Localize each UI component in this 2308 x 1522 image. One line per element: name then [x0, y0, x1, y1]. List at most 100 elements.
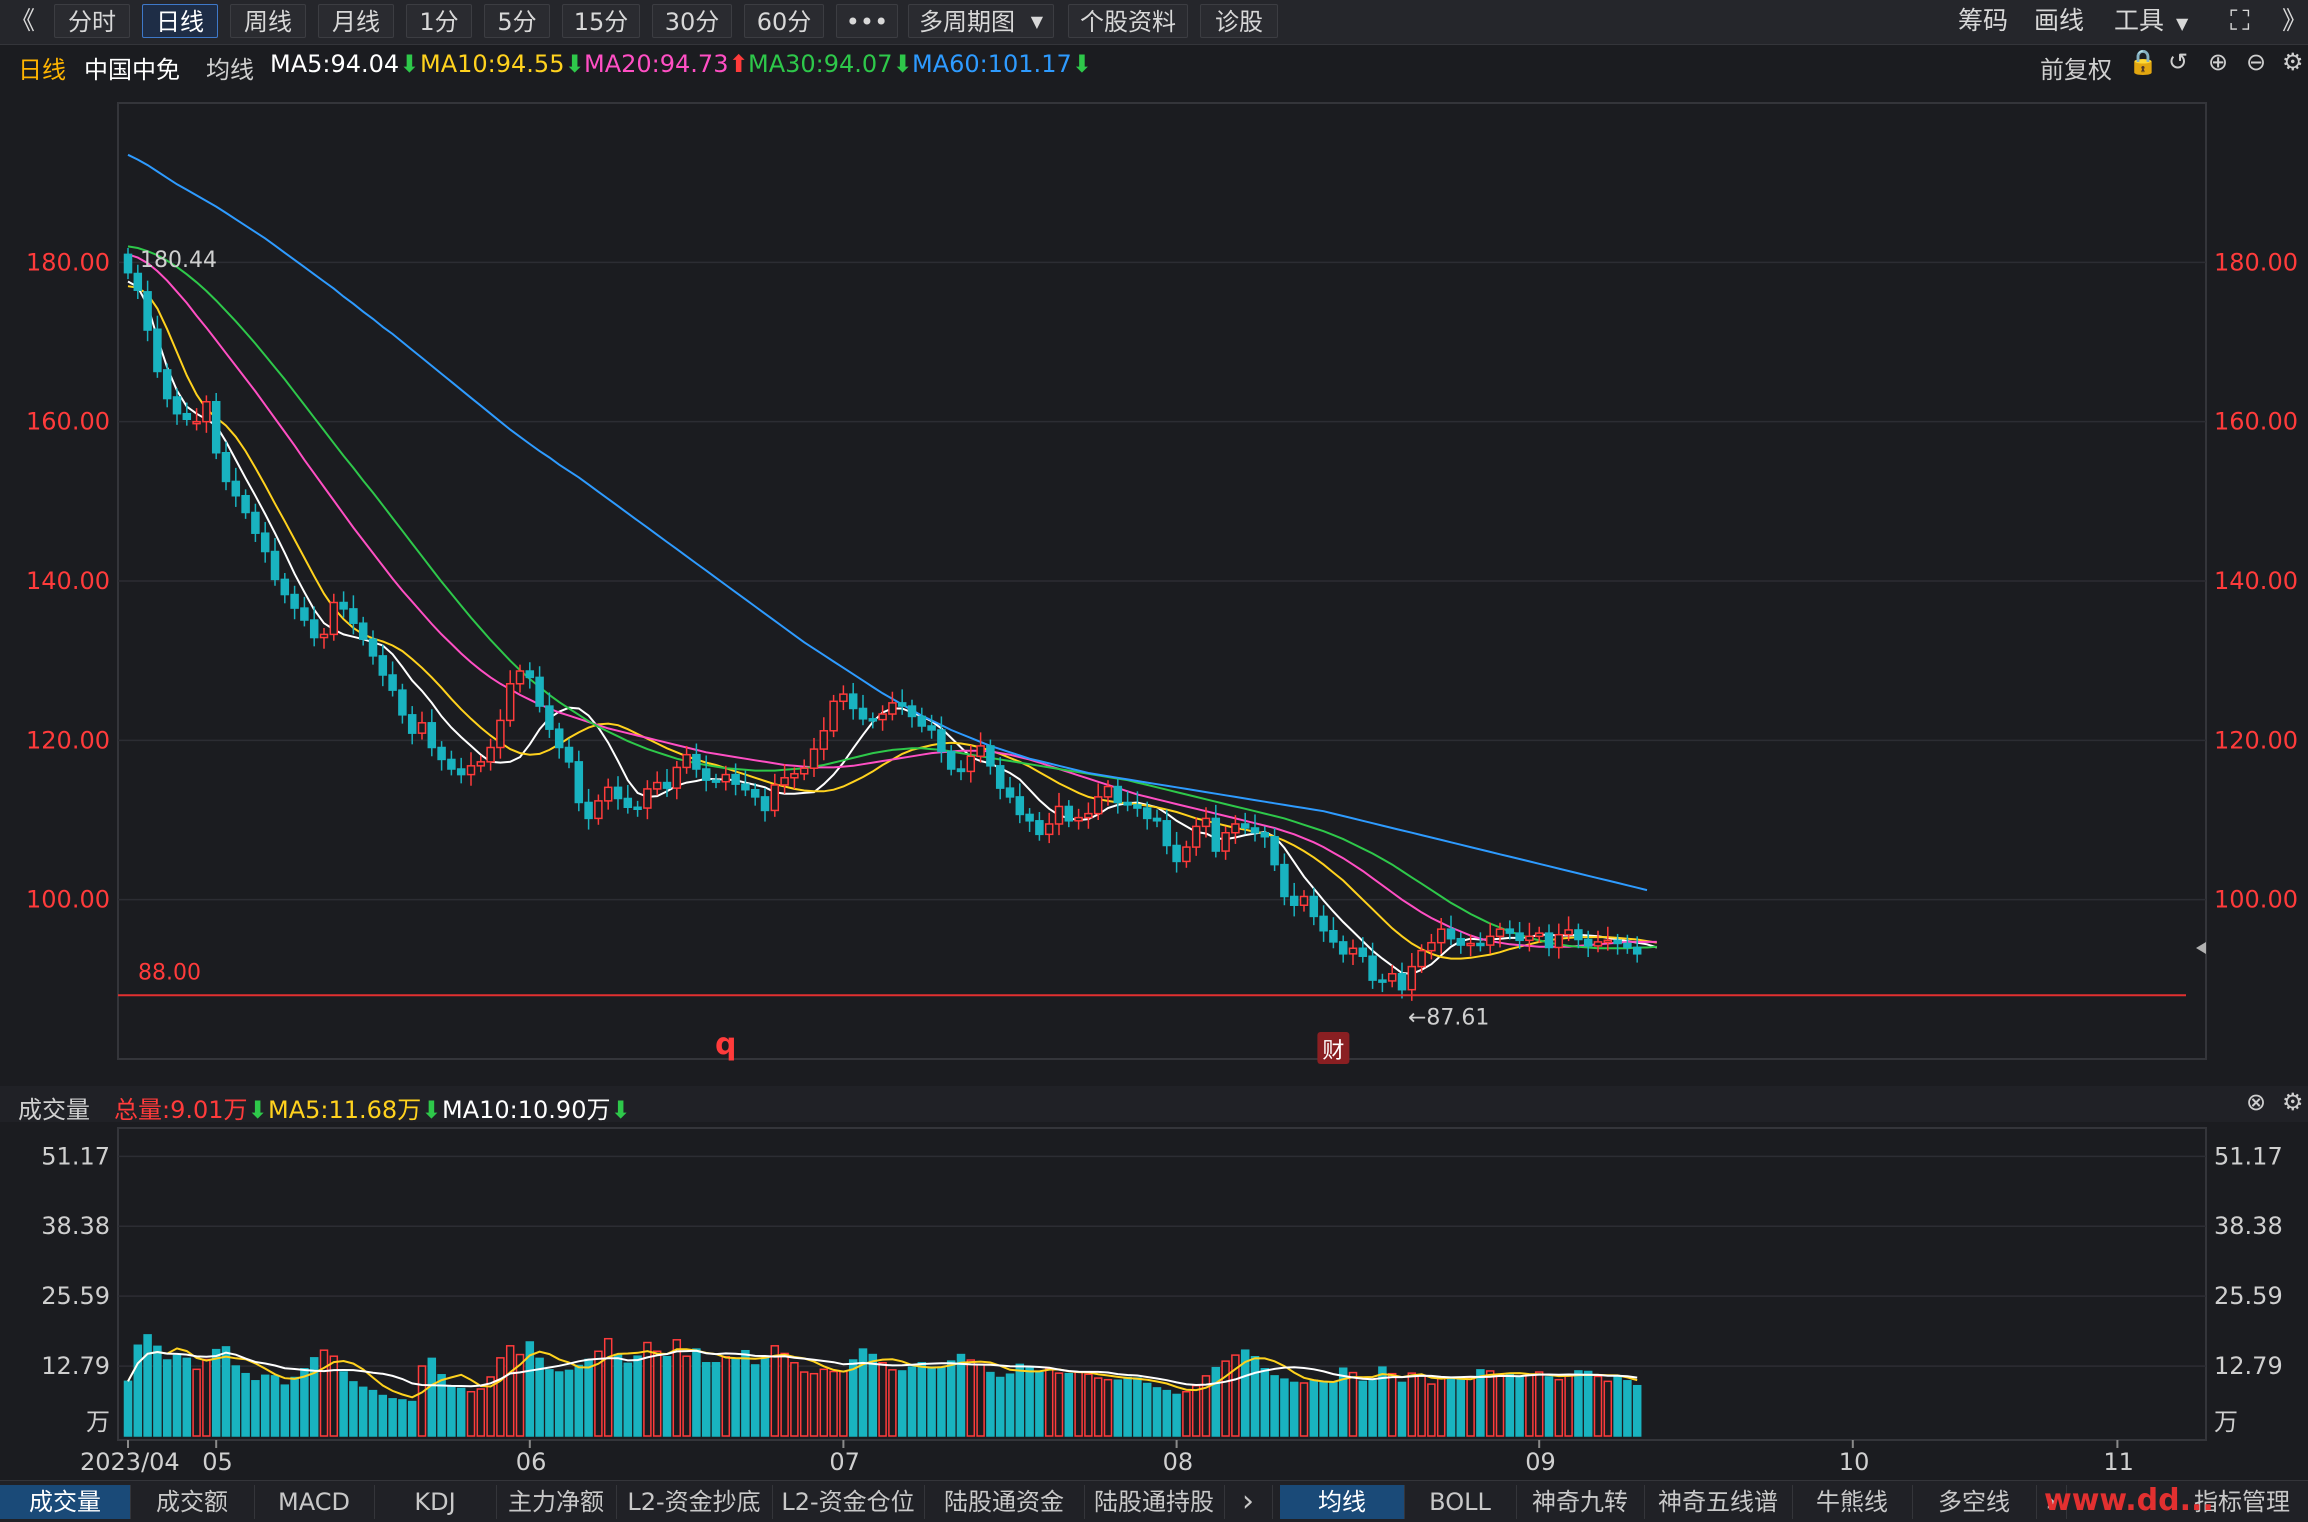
tab-weekly[interactable]: 周线 [230, 4, 306, 38]
volume-bar [868, 1353, 878, 1437]
volume-bar [1368, 1380, 1377, 1437]
volume-title[interactable]: 成交量 [18, 1090, 90, 1125]
volume-bar [1476, 1369, 1485, 1437]
tab-magic-five[interactable]: 神奇五线谱 [1644, 1485, 1793, 1519]
tab-magic-nine[interactable]: 神奇九转 [1516, 1485, 1645, 1519]
volume-bar [790, 1362, 799, 1437]
zoom-out-icon[interactable]: ⊖ [2246, 48, 2266, 76]
candle-body [917, 715, 927, 727]
tab-long-short[interactable]: 多空线 [1912, 1485, 2037, 1519]
tab-l2-bottom[interactable]: L2-资金抄底 [616, 1485, 773, 1519]
candle-body [554, 728, 564, 749]
volume-bar [672, 1339, 682, 1437]
volume-bar [692, 1348, 701, 1437]
tab-fenshi[interactable]: 分时 [54, 4, 130, 38]
close-icon[interactable]: ⊗ [2246, 1088, 2266, 1116]
volume-bar [358, 1386, 368, 1437]
ma30-value: MA30:94.07⬇ [748, 50, 913, 78]
candle-body [437, 746, 446, 761]
candle-body [1476, 942, 1485, 947]
tab-60min[interactable]: 60分 [744, 4, 824, 38]
tabs-next-icon[interactable]: › [1224, 1485, 1273, 1519]
collapse-left-button[interactable]: 《 [10, 4, 35, 38]
fullscreen-icon[interactable]: ⛶ [2230, 4, 2250, 38]
ma-label[interactable]: 均线 [206, 50, 254, 85]
tab-volume[interactable]: 成交量 [0, 1485, 131, 1519]
tab-hk-connect-hold[interactable]: 陆股通持股 [1084, 1485, 1225, 1519]
volume-ma5: MA5:11.68万⬇ [268, 1096, 442, 1124]
tab-hk-connect-flow[interactable]: 陆股通资金 [924, 1485, 1085, 1519]
candle-body [1329, 929, 1338, 943]
volume-bar [1162, 1389, 1172, 1437]
tab-1min[interactable]: 1分 [406, 4, 472, 38]
price-chart[interactable]: 100.00 100.00 120.00 120.00 140.00 140.00 160.… [0, 88, 2308, 1078]
candle-body [1142, 807, 1152, 820]
tab-kdj[interactable]: KDJ [374, 1485, 497, 1519]
more-button[interactable]: ••• [836, 4, 898, 38]
zoom-in-icon[interactable]: ⊕ [2208, 48, 2228, 76]
collapse-right-button[interactable]: 》 [2282, 4, 2307, 38]
candle-body [1074, 816, 1083, 822]
candle-body [1554, 933, 1564, 949]
candle-body [1113, 785, 1123, 804]
tab-macd[interactable]: MACD [254, 1485, 375, 1519]
candle-body [1319, 915, 1328, 932]
tab-monthly[interactable]: 月线 [318, 4, 394, 38]
tab-ma[interactable]: 均线 [1280, 1485, 1405, 1519]
tools-button[interactable]: 工具 ▼ [2114, 4, 2188, 38]
multi-period-button[interactable]: 多周期图 ▼ [908, 4, 1054, 38]
settings-gear-icon[interactable]: ⚙ [2282, 1088, 2304, 1116]
volume-bar [545, 1369, 554, 1437]
volume-bar [1495, 1373, 1505, 1437]
tab-15min[interactable]: 15分 [562, 4, 640, 38]
volume-bar [1387, 1372, 1397, 1437]
x-tick-label: 10 [1839, 1448, 1870, 1476]
stock-name[interactable]: 中国中免 [84, 50, 180, 85]
tab-l2-position[interactable]: L2-资金仓位 [772, 1485, 925, 1519]
tab-boll[interactable]: BOLL [1404, 1485, 1517, 1519]
tab-turnover[interactable]: 成交额 [130, 1485, 255, 1519]
tab-5min[interactable]: 5分 [484, 4, 550, 38]
tab-daily[interactable]: 日线 [142, 4, 218, 38]
price-y-tick-right: 100.00 [2214, 886, 2298, 914]
settings-gear-icon[interactable]: ⚙ [2282, 48, 2304, 76]
price-y-tick-left: 140.00 [26, 567, 110, 595]
volume-bar [1142, 1382, 1152, 1437]
q-marker: q [715, 1027, 736, 1062]
diagnose-button[interactable]: 诊股 [1200, 4, 1278, 38]
candle-body [496, 719, 505, 749]
candle-body [927, 725, 936, 731]
undo-icon[interactable]: ↺ [2168, 48, 2188, 76]
volume-bar [437, 1374, 446, 1437]
candle-body [1348, 947, 1358, 955]
tools-label: 工具 [2114, 6, 2165, 35]
volume-bar [995, 1376, 1005, 1437]
volume-bar [505, 1345, 515, 1437]
volume-bar [917, 1362, 927, 1437]
price-y-tick-right: 120.00 [2214, 726, 2298, 754]
adjust-button[interactable]: 前复权 [2040, 50, 2112, 85]
volume-chart[interactable]: 12.79 12.79 25.59 25.59 38.38 38.38 51.17 51.17… [0, 1124, 2308, 1478]
stock-profile-button[interactable]: 个股资料 [1068, 4, 1188, 38]
volume-bar [1035, 1371, 1044, 1437]
volume-bar [407, 1400, 417, 1437]
candle-body [564, 746, 574, 763]
candle-body [966, 755, 976, 773]
lock-icon[interactable]: 🔒 [2128, 48, 2158, 76]
volume-bar [701, 1362, 711, 1437]
x-tick-label: 08 [1163, 1448, 1194, 1476]
chips-button[interactable]: 筹码 [1958, 4, 2008, 38]
volume-bar [172, 1354, 182, 1437]
ma20-value: MA20:94.73⬆ [584, 50, 749, 78]
tab-main-net[interactable]: 主力净额 [496, 1485, 617, 1519]
tab-30min[interactable]: 30分 [652, 4, 732, 38]
volume-bar [133, 1344, 143, 1437]
ma10-value: MA10:94.55⬇ [420, 50, 585, 78]
tab-bull-bear[interactable]: 牛熊线 [1792, 1485, 1913, 1519]
volume-bar [447, 1385, 456, 1437]
candle-body [1544, 932, 1554, 949]
candle-body [652, 781, 662, 790]
draw-line-button[interactable]: 画线 [2034, 4, 2084, 38]
high-label: 180.44 [140, 248, 217, 273]
volume-unit-left: 万 [86, 1408, 110, 1436]
